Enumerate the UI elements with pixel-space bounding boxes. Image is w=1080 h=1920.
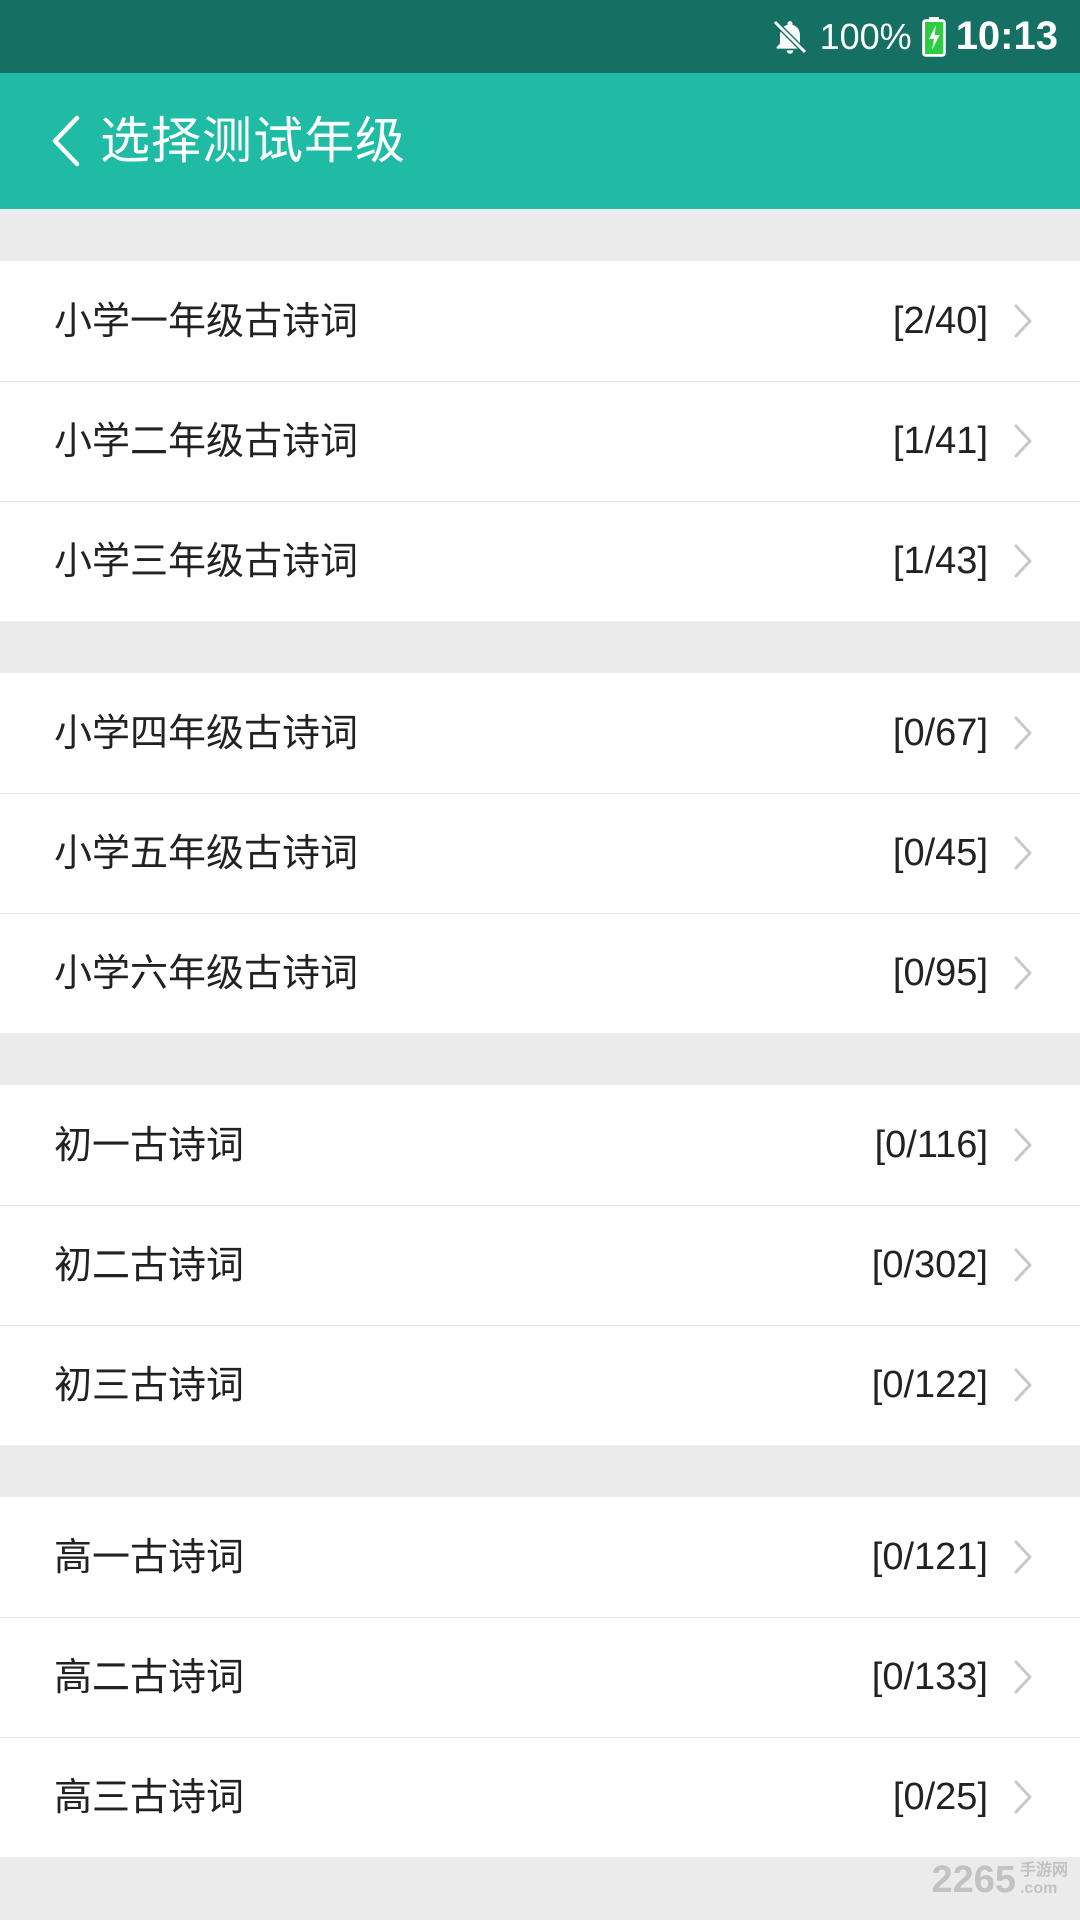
chevron-right-icon — [1014, 1128, 1032, 1162]
list-item-label: 小学六年级古诗词 — [54, 951, 359, 995]
app-bar: 选择测试年级 — [0, 73, 1080, 209]
watermark-main: 2265 — [931, 1859, 1016, 1901]
list-item-label: 小学三年级古诗词 — [54, 539, 359, 583]
list-item-senior-2[interactable]: 高二古诗词 [0/133] — [0, 1617, 1080, 1737]
watermark-sub: 手游网 .com — [1020, 1862, 1068, 1898]
chevron-right-icon — [1014, 1780, 1032, 1814]
chevron-right-icon — [1014, 836, 1032, 870]
battery-percent: 100% — [819, 15, 912, 57]
group-divider — [0, 209, 1080, 261]
list-item-count: [0/302] — [871, 1244, 988, 1286]
chevron-right-icon — [1014, 544, 1032, 578]
group-junior-high: 初一古诗词 [0/116] 初二古诗词 [0/302] 初三古诗词 [0/122… — [0, 1085, 1080, 1445]
list-item-count: [1/41] — [892, 420, 988, 462]
list-item-senior-3[interactable]: 高三古诗词 [0/25] — [0, 1737, 1080, 1857]
list-item-count: [0/45] — [892, 832, 988, 874]
list-item-count: [0/95] — [892, 952, 988, 994]
group-primary-lower: 小学一年级古诗词 [2/40] 小学二年级古诗词 [1/41] 小学三年级古诗词… — [0, 261, 1080, 621]
chevron-right-icon — [1014, 304, 1032, 338]
list-item-label: 高三古诗词 — [54, 1775, 245, 1819]
list-item-count: [0/133] — [871, 1656, 988, 1698]
grade-list: 小学一年级古诗词 [2/40] 小学二年级古诗词 [1/41] 小学三年级古诗词… — [0, 209, 1080, 1857]
chevron-left-icon — [52, 115, 80, 167]
chevron-right-icon — [1014, 1248, 1032, 1282]
group-senior-high: 高一古诗词 [0/121] 高二古诗词 [0/133] 高三古诗词 [0/25] — [0, 1497, 1080, 1857]
watermark: 2265 手游网 .com — [931, 1859, 1068, 1902]
battery-charging-icon — [921, 16, 946, 57]
chevron-right-icon — [1014, 1368, 1032, 1402]
chevron-right-icon — [1014, 424, 1032, 458]
list-item-label: 高一古诗词 — [54, 1535, 245, 1579]
status-bar: 100% 10:13 — [0, 0, 1080, 73]
list-item-count: [0/67] — [892, 712, 988, 754]
list-item-senior-1[interactable]: 高一古诗词 [0/121] — [0, 1497, 1080, 1617]
list-item-junior-1[interactable]: 初一古诗词 [0/116] — [0, 1085, 1080, 1205]
list-item-label: 小学四年级古诗词 — [54, 711, 359, 755]
list-item-count: [2/40] — [892, 300, 988, 342]
chevron-right-icon — [1014, 956, 1032, 990]
back-button[interactable] — [26, 101, 106, 181]
list-item-grade-4[interactable]: 小学四年级古诗词 [0/67] — [0, 673, 1080, 793]
list-item-label: 小学二年级古诗词 — [54, 419, 359, 463]
page-title: 选择测试年级 — [100, 112, 406, 170]
list-item-grade-2[interactable]: 小学二年级古诗词 [1/41] — [0, 381, 1080, 501]
list-item-count: [0/122] — [871, 1364, 988, 1406]
chevron-right-icon — [1014, 1660, 1032, 1694]
chevron-right-icon — [1014, 1540, 1032, 1574]
list-item-label: 高二古诗词 — [54, 1655, 245, 1699]
group-divider — [0, 1033, 1080, 1085]
list-item-grade-3[interactable]: 小学三年级古诗词 [1/43] — [0, 501, 1080, 621]
group-divider — [0, 621, 1080, 673]
list-item-label: 小学一年级古诗词 — [54, 299, 359, 343]
list-item-count: [0/116] — [874, 1124, 988, 1166]
list-item-count: [1/43] — [892, 540, 988, 582]
group-divider — [0, 1445, 1080, 1497]
bell-off-icon — [770, 17, 810, 57]
list-item-count: [0/121] — [871, 1536, 988, 1578]
list-item-label: 小学五年级古诗词 — [54, 831, 359, 875]
status-indicators: 100% 10:13 — [770, 0, 1058, 73]
list-item-junior-3[interactable]: 初三古诗词 [0/122] — [0, 1325, 1080, 1445]
list-item-grade-5[interactable]: 小学五年级古诗词 [0/45] — [0, 793, 1080, 913]
watermark-bottom: .com — [1019, 1880, 1058, 1897]
group-primary-upper: 小学四年级古诗词 [0/67] 小学五年级古诗词 [0/45] 小学六年级古诗词… — [0, 673, 1080, 1033]
chevron-right-icon — [1014, 716, 1032, 750]
clock: 10:13 — [955, 14, 1058, 58]
list-item-count: [0/25] — [892, 1776, 988, 1818]
watermark-top: 手游网 — [1019, 1862, 1068, 1879]
list-item-grade-6[interactable]: 小学六年级古诗词 [0/95] — [0, 913, 1080, 1033]
list-item-label: 初二古诗词 — [54, 1243, 245, 1287]
list-item-grade-1[interactable]: 小学一年级古诗词 [2/40] — [0, 261, 1080, 381]
list-item-junior-2[interactable]: 初二古诗词 [0/302] — [0, 1205, 1080, 1325]
list-item-label: 初三古诗词 — [54, 1363, 245, 1407]
list-item-label: 初一古诗词 — [54, 1123, 245, 1167]
